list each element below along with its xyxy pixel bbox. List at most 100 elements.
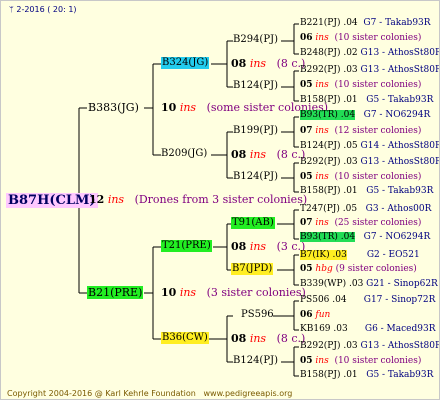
gen5-row: B292(PJ) .03 G13 - AthosSt80R	[300, 341, 440, 351]
footer: Copyright 2004-2016 @ Karl Kehrle Founda…	[7, 390, 292, 398]
gen5-row: B158(PJ) .01 G5 - Takab93R	[300, 96, 433, 105]
drone-count: 08	[231, 57, 247, 70]
ancestor-queen[interactable]: B93(TR) .04	[300, 232, 356, 242]
insemination-type: ins	[249, 240, 267, 253]
insemination-type: ins	[249, 57, 267, 70]
footer-link[interactable]: www.pedigreeapis.org	[204, 389, 293, 398]
drone-count: 10	[161, 101, 177, 114]
t21-drone-info: 08 ins (3 c.)	[231, 241, 305, 252]
queen-b36[interactable]: B36(CW)	[161, 332, 209, 344]
gen5-drone-row: 05 hbg (9 sister colonies)	[300, 265, 417, 274]
generation-ref: G13 - AthosSt80R	[360, 157, 440, 167]
insemination-type: ins	[315, 126, 329, 136]
insemination-type: ins	[315, 172, 329, 182]
drone-note: (9 sister colonies)	[335, 264, 417, 274]
ancestor-queen[interactable]: B158(PJ) .01	[300, 370, 358, 380]
gen5-row: T247(PJ) .05 G3 - Athos00R	[300, 205, 431, 214]
generation-ref: G14 - AthosSt80R	[360, 141, 440, 151]
drone-count: 05	[300, 356, 313, 366]
drone-count: 10	[161, 286, 177, 299]
drone-count: 08	[231, 332, 247, 345]
gen5-row: B248(PJ) .02 G13 - AthosSt80R	[300, 48, 440, 58]
generation-ref: G17 - Sinop72R	[363, 295, 436, 305]
generation-ref: G2 - EO521	[366, 250, 420, 260]
generation-ref: G3 - Athos00R	[365, 204, 432, 214]
drone-note: (10 sister colonies)	[334, 33, 422, 43]
queen-b199[interactable]: B199(PJ)	[233, 126, 278, 136]
ancestor-queen[interactable]: B339(WP) .03	[300, 279, 363, 289]
ancestor-queen[interactable]: B124(PJ) .05	[300, 141, 358, 151]
ancestor-queen[interactable]: T247(PJ) .05	[300, 204, 357, 214]
drone-note: (10 sister colonies)	[334, 172, 422, 182]
ancestor-queen[interactable]: PS506 .04	[300, 295, 347, 305]
generation-ref: G7 - NO6294R	[363, 110, 431, 120]
insemination-type: ins	[315, 33, 329, 43]
queen-b294[interactable]: B294(PJ)	[233, 35, 278, 45]
gen5-row: PS506 .04 G17 - Sinop72R	[300, 296, 435, 305]
header-date: ᛘ 2-2016 ( 20: 1)	[9, 6, 77, 14]
drone-count: 07	[300, 218, 313, 228]
b36-drone-info: 08 ins (8 c.)	[231, 333, 305, 344]
b324-drone-info: 08 ins (8 c.)	[231, 58, 305, 69]
root-queen[interactable]: B87H(CLM)	[6, 193, 98, 208]
generation-ref: G13 - AthosSt80R	[360, 48, 440, 58]
queen-b124-b[interactable]: B124(PJ)	[233, 172, 278, 182]
gen5-drone-row: 07 ins (25 sister colonies)	[300, 219, 421, 228]
queen-b124-a[interactable]: B124(PJ)	[233, 81, 278, 91]
insemination-type: ins	[179, 286, 197, 299]
gen5-row: B7(IK) .03 G2 - EO521	[300, 250, 420, 260]
generation-ref: G7 - NO6294R	[363, 232, 431, 242]
queen-b383[interactable]: B383(JG)	[88, 102, 139, 113]
gen5-row: B124(PJ) .05 G14 - AthosSt80R	[300, 141, 440, 151]
drone-count: 07	[300, 126, 313, 136]
date-text: 2-2016 ( 20: 1)	[16, 5, 77, 14]
gen5-row: B93(TR) .04 G7 - NO6294R	[300, 232, 431, 242]
gen5-drone-row: 06 ins (10 sister colonies)	[300, 34, 421, 43]
drone-note: (12 sister colonies)	[334, 126, 422, 136]
ancestor-queen[interactable]: B93(TR) .04	[300, 110, 356, 120]
drone-count: 05	[300, 172, 313, 182]
queen-t91[interactable]: T91(AB)	[231, 217, 275, 229]
generation-ref: G5 - Takab93R	[366, 95, 434, 105]
ancestor-queen[interactable]: B7(IK) .03	[300, 250, 347, 260]
ancestor-queen[interactable]: B292(PJ) .03	[300, 341, 358, 351]
generation-ref: G13 - AthosSt80R	[360, 341, 440, 351]
insemination-type: ins	[107, 193, 125, 206]
pedigree-frame: ᛘ 2-2016 ( 20: 1) Copyright 2004-2016 @ …	[0, 0, 440, 400]
insemination-type: ins	[249, 332, 267, 345]
generation-ref: G7 - Takab93R	[363, 18, 431, 28]
gen5-drone-row: 06 fun	[300, 311, 330, 320]
ancestor-queen[interactable]: KB169 .03	[300, 324, 348, 334]
drone-note: (10 sister colonies)	[334, 356, 422, 366]
gen5-row: B158(PJ) .01 G5 - Takab93R	[300, 187, 433, 196]
gen5-row: B158(PJ) .01 G5 - Takab93R	[300, 371, 433, 380]
queen-b209[interactable]: B209(JG)	[161, 149, 207, 159]
gen5-row: B292(PJ) .03 G13 - AthosSt80R	[300, 65, 440, 75]
ancestor-queen[interactable]: B221(PJ) .04	[300, 18, 358, 28]
queen-t21[interactable]: T21(PRE)	[161, 240, 212, 252]
drone-count: 06	[300, 33, 313, 43]
generation-ref: G6 - Maced93R	[364, 324, 436, 334]
queen-b324[interactable]: B324(JG)	[161, 57, 210, 69]
gen5-row: B339(WP) .03 G21 - Sinop62R	[300, 280, 438, 289]
drone-note: (25 sister colonies)	[334, 218, 422, 228]
queen-ps596[interactable]: PS596	[241, 310, 274, 320]
drone-count: 05	[300, 264, 313, 274]
ancestor-queen[interactable]: B292(PJ) .03	[300, 157, 358, 167]
generation-ref: G5 - Takab93R	[366, 186, 434, 196]
ancestor-queen[interactable]: B158(PJ) .01	[300, 95, 358, 105]
drone-note: (10 sister colonies)	[334, 80, 422, 90]
queen-b7[interactable]: B7(JPD)	[231, 263, 274, 275]
drone-count: 06	[300, 310, 313, 320]
ancestor-queen[interactable]: B292(PJ) .03	[300, 65, 358, 75]
queen-b124-c[interactable]: B124(PJ)	[233, 356, 278, 366]
queen-b21[interactable]: B21(PRE)	[87, 286, 144, 299]
gen5-drone-row: 05 ins (10 sister colonies)	[300, 357, 421, 366]
ancestor-queen[interactable]: B158(PJ) .01	[300, 186, 358, 196]
insemination-type: ins	[179, 101, 197, 114]
generation-ref: G13 - AthosSt80R	[360, 65, 440, 75]
ancestor-queen[interactable]: B248(PJ) .02	[300, 48, 358, 58]
insemination-type: fun	[315, 310, 331, 320]
insemination-type: ins	[315, 80, 329, 90]
root-drone-info: 12 ins (Drones from 3 sister colonies)	[89, 194, 307, 205]
